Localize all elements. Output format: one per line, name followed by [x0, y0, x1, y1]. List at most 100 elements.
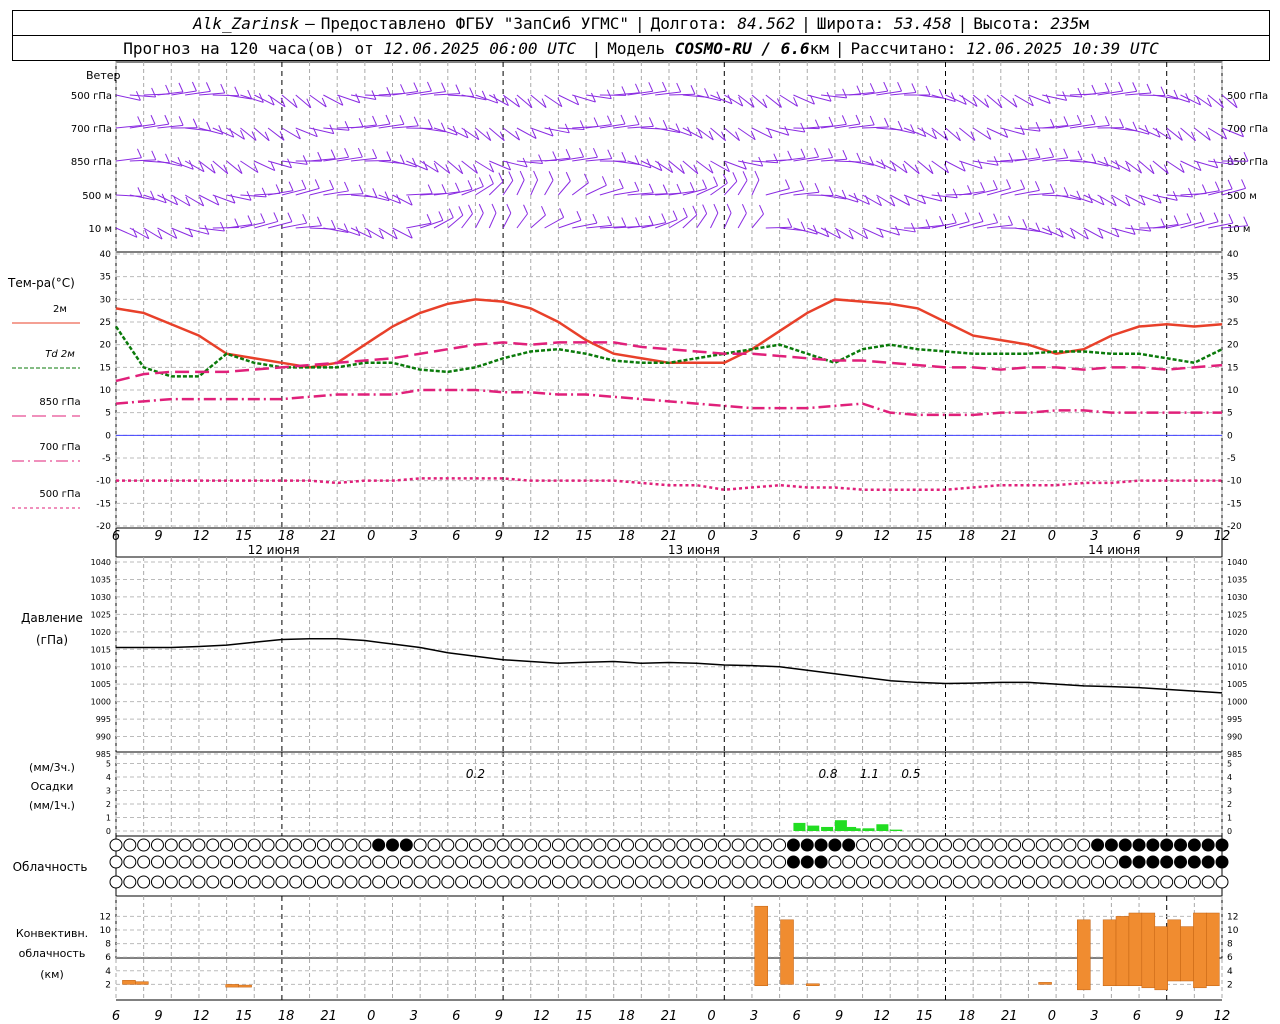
wind-barb	[323, 127, 350, 131]
wind-barb	[1014, 156, 1041, 162]
cloud-symbol	[137, 838, 151, 852]
wind-barb-feather	[732, 172, 738, 182]
wind-barb-feather	[855, 114, 861, 125]
wind-barb-feather	[702, 179, 708, 189]
cloud-symbol	[372, 855, 386, 869]
meteogram: Ветер 500 гПа 500 гПа 700 гПа 700 гПа 850 гПа…	[7, 61, 1268, 1024]
cloud-symbol	[911, 875, 925, 889]
cloud-symbol	[455, 838, 469, 852]
wind-barb-feather	[467, 180, 473, 190]
wind-barb-feather	[993, 213, 999, 223]
wind-barb-feather	[1119, 118, 1125, 128]
cloud-symbol	[455, 855, 469, 869]
wind-barb-feather	[952, 188, 958, 198]
wind-barb	[337, 227, 361, 237]
cloud-symbol	[952, 838, 966, 852]
cloud-symbol	[828, 875, 842, 889]
hour-label: 9	[1175, 529, 1183, 544]
cloud-symbol	[399, 855, 413, 869]
cloud-symbol	[869, 838, 883, 852]
hour-label: 3	[410, 529, 418, 544]
cloud-symbol	[1021, 875, 1035, 889]
cloud-symbol	[579, 838, 593, 852]
wind-barb	[337, 193, 364, 196]
cloud-symbol	[468, 838, 482, 852]
cloud-symbol	[1104, 855, 1118, 869]
cloud-symbol	[289, 855, 303, 869]
wind-barb-feather	[869, 83, 875, 93]
cloud-symbol	[316, 855, 330, 869]
wind-barb-feather	[508, 171, 514, 181]
wind-barb-feather	[478, 177, 484, 187]
wind-barb	[723, 212, 732, 229]
hour-label-bottom: 15	[235, 1009, 252, 1024]
wind-barb-feather	[787, 150, 793, 160]
cloud-symbol	[1215, 875, 1229, 889]
wind-barb-feather	[287, 212, 293, 222]
wind-barb	[917, 94, 944, 99]
cloud-symbol	[441, 855, 455, 869]
hour-label: 21	[1001, 529, 1018, 544]
wind-barb	[558, 127, 585, 130]
hour-label-bottom: 0	[707, 1009, 715, 1024]
hour-label-bottom: 9	[1175, 1009, 1183, 1024]
wind-barb-feather	[992, 180, 998, 190]
wind-barb	[530, 179, 539, 196]
cloud-symbol	[800, 875, 814, 889]
wind-barb	[461, 213, 473, 229]
temp-ytick-right: -5	[1227, 454, 1236, 464]
wind-barb-feather	[151, 150, 157, 161]
temp-ytick-right: 0	[1227, 431, 1233, 441]
precip-ytick: 2	[106, 800, 111, 809]
wind-barb-feather	[344, 181, 349, 192]
cloud-symbol	[966, 875, 980, 889]
cloud-symbol	[386, 855, 399, 869]
cloud-symbol	[800, 855, 814, 869]
cloud-symbol	[1174, 855, 1188, 869]
wind-barb-feather	[800, 221, 806, 231]
cloud-symbol	[883, 855, 897, 869]
wind-barb-feather	[606, 115, 612, 125]
cloud-symbol	[939, 838, 952, 852]
wind-barb-feather	[302, 213, 308, 224]
pressure-unit: (гПа)	[36, 633, 68, 647]
wind-barb	[502, 212, 512, 229]
wind-barb-feather	[426, 81, 432, 92]
cloud-symbol	[510, 875, 524, 889]
wind-barb	[862, 160, 886, 170]
wind-barb-feather	[621, 151, 627, 162]
cloud-symbol	[842, 838, 856, 852]
cloud-symbol	[316, 838, 330, 852]
wind-barb	[793, 191, 820, 196]
cloud-symbol	[247, 855, 261, 869]
pressure-ytick: 990	[96, 733, 111, 742]
hour-label-bottom: 12	[873, 1009, 890, 1024]
cloud-symbol	[869, 875, 883, 889]
hour-label: 9	[154, 529, 162, 544]
wind-barb-feather	[773, 153, 779, 163]
wind-barb-feather	[261, 187, 267, 198]
cloud-symbol	[524, 855, 538, 869]
cloud-symbol	[925, 838, 939, 852]
cloud-symbol	[634, 875, 648, 889]
conv-ytick: 2	[105, 980, 111, 990]
wind-barb-feather	[191, 81, 197, 92]
wind-barb-feather	[618, 179, 624, 189]
hour-label-bottom: 18	[618, 1009, 635, 1024]
wind-barb	[751, 160, 778, 164]
wind-barb-feather	[579, 147, 585, 158]
precip-bar	[793, 822, 806, 831]
precip-bar	[844, 826, 857, 831]
conv-bar	[1167, 919, 1181, 982]
cloud-symbol	[703, 875, 717, 889]
cloud-symbol	[911, 855, 925, 869]
cloud-symbol	[759, 838, 773, 852]
cloud-symbol	[952, 875, 966, 889]
cloud-symbol	[1201, 838, 1215, 852]
cloud-symbol	[413, 875, 427, 889]
cloud-symbol	[842, 875, 856, 889]
cloud-symbol	[814, 838, 828, 852]
cloud-symbol	[717, 855, 731, 869]
cloud-symbol	[289, 838, 303, 852]
pressure-ytick: 1035	[91, 575, 111, 584]
